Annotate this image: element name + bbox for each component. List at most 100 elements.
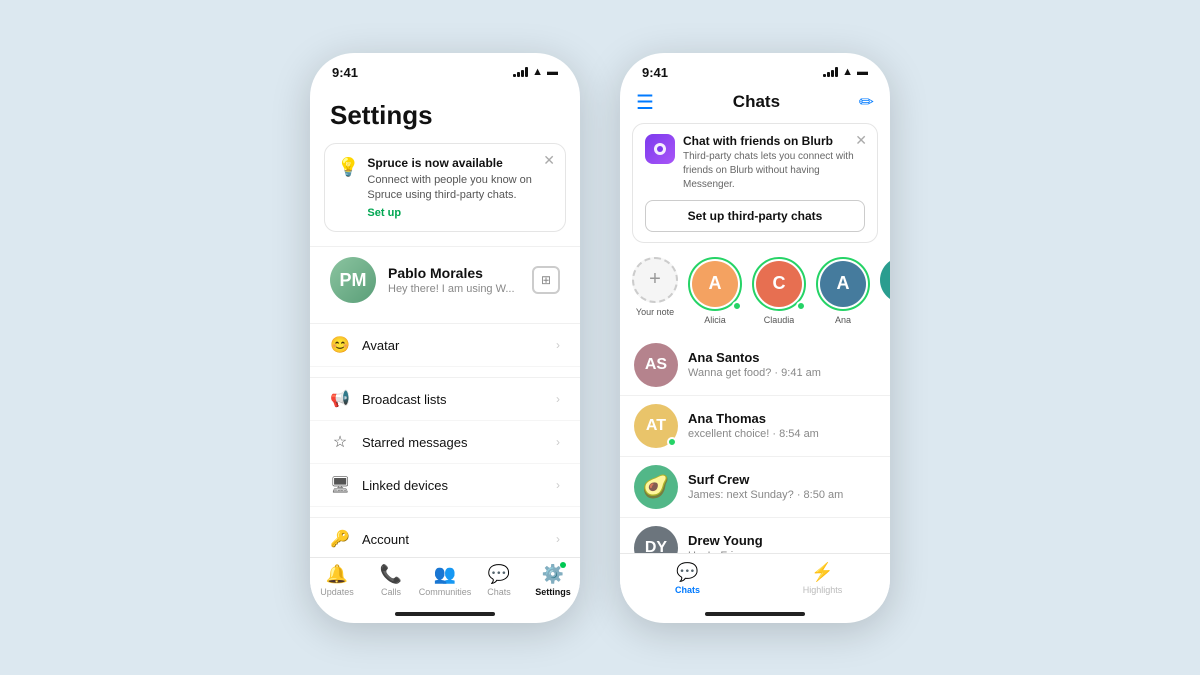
- notification-text: Spruce is now available Connect with peo…: [367, 156, 553, 220]
- story-avatar-alicia: A: [692, 261, 738, 307]
- updates-icon: 🔔: [326, 564, 348, 585]
- story-avatar-claudia: C: [756, 261, 802, 307]
- chat-item-ana-santos[interactable]: AS Ana Santos Wanna get food? · 9:41 am: [620, 335, 890, 396]
- story-alicia[interactable]: A Alicia: [688, 257, 742, 325]
- chats-content: ☰ Chats ✏ Chat with friends on Blurb Thi…: [620, 84, 890, 553]
- home-bar: [395, 612, 495, 616]
- claudia-online-dot: [796, 301, 806, 311]
- settings-phone: 9:41 ▲ ▬ Settings ✕ 💡 Spruce is now avai…: [310, 53, 580, 623]
- chats-battery-icon: ▬: [857, 66, 868, 78]
- tab-chats[interactable]: 💬 Chats: [472, 564, 526, 597]
- chats-signal-icon: [823, 67, 838, 77]
- tab-settings[interactable]: ⚙️ Settings: [526, 564, 580, 597]
- avatar-icon: 😊: [330, 335, 350, 355]
- settings-tab-label: Settings: [535, 587, 571, 597]
- chats-home-indicator: [620, 605, 890, 623]
- story-br[interactable]: B Br...: [880, 257, 890, 325]
- calls-tab-label: Calls: [381, 587, 401, 597]
- notification-close-button[interactable]: ✕: [543, 152, 555, 169]
- profile-info: Pablo Morales Hey there! I am using W...: [388, 265, 520, 295]
- signal-icon: [513, 67, 528, 77]
- linked-icon: 🖥: [330, 475, 350, 495]
- chat-preview-ana-santos: Wanna get food? · 9:41 am: [688, 367, 876, 379]
- chat-list: AS Ana Santos Wanna get food? · 9:41 am …: [620, 335, 890, 553]
- menu-icon[interactable]: ☰: [636, 90, 654, 115]
- story-ana[interactable]: A Ana: [816, 257, 870, 325]
- story-label-alicia: Alicia: [704, 315, 726, 325]
- notification-title: Spruce is now available: [367, 156, 553, 170]
- qr-icon[interactable]: ⊞: [532, 266, 560, 294]
- chevron-icon: ›: [556, 435, 560, 449]
- ana-thomas-online-dot: [667, 437, 677, 447]
- profile-name: Pablo Morales: [388, 265, 520, 281]
- story-your-note[interactable]: + Your note: [632, 257, 678, 325]
- settings-content: Settings ✕ 💡 Spruce is now available Con…: [310, 84, 580, 557]
- status-icons: ▲ ▬: [513, 66, 558, 78]
- notification-desc: Connect with people you know on Spruce u…: [367, 173, 553, 204]
- notification-link[interactable]: Set up: [367, 207, 553, 219]
- chats-wifi-icon: ▲: [842, 66, 853, 78]
- tab-updates[interactable]: 🔔 Updates: [310, 564, 364, 597]
- menu-item-broadcast[interactable]: 📢 Broadcast lists ›: [310, 378, 580, 421]
- chevron-icon: ›: [556, 338, 560, 352]
- chat-name-ana-thomas-1: Ana Thomas: [688, 411, 876, 426]
- third-party-banner: Chat with friends on Blurb Third-party c…: [632, 123, 878, 243]
- menu-item-avatar[interactable]: 😊 Avatar ›: [310, 324, 580, 367]
- calls-icon: 📞: [380, 564, 402, 585]
- settings-title: Settings: [310, 92, 580, 143]
- chats-header: ☰ Chats ✏: [620, 84, 890, 123]
- story-claudia[interactable]: C Claudia: [752, 257, 806, 325]
- chats-tab-highlights-label: Highlights: [803, 585, 843, 595]
- chats-time: 9:41: [642, 65, 668, 80]
- chats-tab-highlights[interactable]: ⚡ Highlights: [755, 562, 890, 595]
- chats-tab-chats-icon: 💬: [676, 562, 698, 583]
- menu-item-account[interactable]: 🔑 Account ›: [310, 518, 580, 556]
- starred-label: Starred messages: [362, 435, 544, 450]
- chevron-icon: ›: [556, 478, 560, 492]
- avatar-label: Avatar: [362, 338, 544, 353]
- chat-item-ana-thomas-1[interactable]: AT Ana Thomas excellent choice! · 8:54 a…: [620, 396, 890, 457]
- settings-tab-bar: 🔔 Updates 📞 Calls 👥 Communities 💬 Chats …: [310, 557, 580, 605]
- chats-tab-chats-label: Chats: [675, 585, 700, 595]
- chats-status-bar: 9:41 ▲ ▬: [620, 53, 890, 84]
- wifi-icon: ▲: [532, 66, 543, 78]
- settings-time: 9:41: [332, 65, 358, 80]
- profile-row[interactable]: PM Pablo Morales Hey there! I am using W…: [310, 246, 580, 313]
- starred-icon: ☆: [330, 432, 350, 452]
- setup-third-party-button[interactable]: Set up third-party chats: [645, 200, 865, 232]
- updates-tab-label: Updates: [320, 587, 354, 597]
- avatar: PM: [330, 257, 376, 303]
- tp-close-button[interactable]: ✕: [855, 132, 867, 149]
- menu-section-3: 🔑 Account › 🔒 Privacy › 💬 Chats ›: [310, 517, 580, 556]
- alicia-online-dot: [732, 301, 742, 311]
- chat-info-drew-young: Drew Young Hey! · Fri: [688, 533, 876, 553]
- tab-chats-label: Chats: [487, 587, 511, 597]
- linked-label: Linked devices: [362, 478, 544, 493]
- stories-row: + Your note A Alicia C: [620, 253, 890, 335]
- chats-status-icons: ▲ ▬: [823, 66, 868, 78]
- tp-title: Chat with friends on Blurb: [683, 134, 865, 148]
- chat-avatar-ana-santos: AS: [634, 343, 678, 387]
- chat-item-surf-crew[interactable]: 🥑 Surf Crew James: next Sunday? · 8:50 a…: [620, 457, 890, 518]
- story-avatar-br: B: [880, 257, 890, 303]
- tab-calls[interactable]: 📞 Calls: [364, 564, 418, 597]
- settings-status-bar: 9:41 ▲ ▬: [310, 53, 580, 84]
- chats-phone: 9:41 ▲ ▬ ☰ Chats ✏: [620, 53, 890, 623]
- broadcast-icon: 📢: [330, 389, 350, 409]
- chats-tab-chats[interactable]: 💬 Chats: [620, 562, 755, 595]
- chat-info-ana-santos: Ana Santos Wanna get food? · 9:41 am: [688, 350, 876, 379]
- menu-section-1: 😊 Avatar ›: [310, 323, 580, 367]
- chat-item-drew-young[interactable]: DY Drew Young Hey! · Fri: [620, 518, 890, 553]
- chat-avatar-drew-young: DY: [634, 526, 678, 553]
- account-label: Account: [362, 532, 544, 547]
- menu-item-linked[interactable]: 🖥 Linked devices ›: [310, 464, 580, 507]
- chat-name-surf-crew: Surf Crew: [688, 472, 876, 487]
- story-label-ana: Ana: [835, 315, 851, 325]
- menu-item-starred[interactable]: ☆ Starred messages ›: [310, 421, 580, 464]
- add-note-icon: +: [632, 257, 678, 303]
- compose-icon[interactable]: ✏: [859, 92, 874, 113]
- tab-communities[interactable]: 👥 Communities: [418, 564, 472, 597]
- blurb-logo: [645, 134, 675, 164]
- tp-text: Chat with friends on Blurb Third-party c…: [683, 134, 865, 192]
- chats-tab-highlights-icon: ⚡: [811, 562, 833, 583]
